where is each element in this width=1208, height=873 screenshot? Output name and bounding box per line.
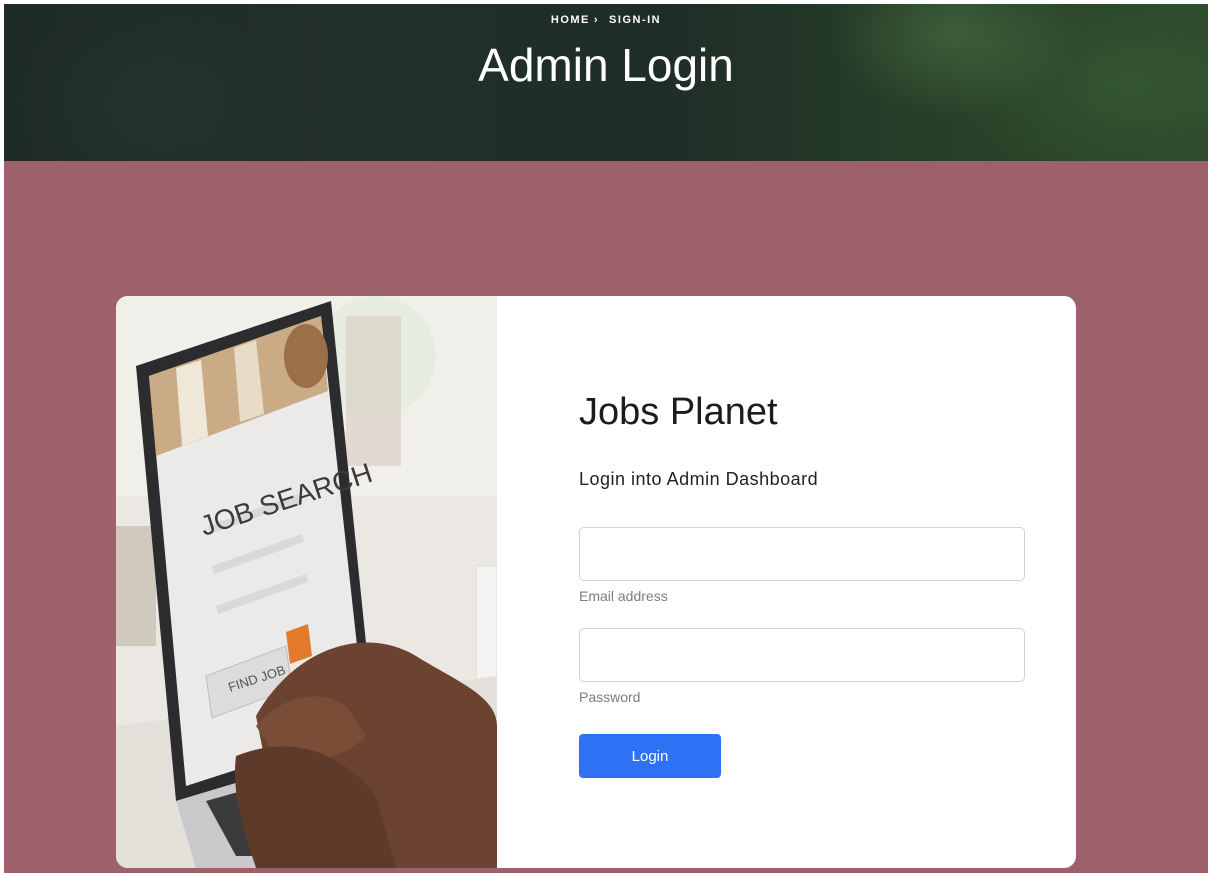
laptop-job-search-image: JOB SEARCH FIND JOB <box>116 296 497 868</box>
brand-name: Jobs Planet <box>579 391 778 433</box>
login-form-panel: Jobs Planet Login into Admin Dashboard E… <box>497 296 1076 868</box>
breadcrumb-home-link[interactable]: HOME <box>551 14 590 26</box>
breadcrumb-sign-in: SIGN-IN <box>609 14 662 26</box>
password-field[interactable] <box>579 628 1025 682</box>
laptop-illustration: JOB SEARCH FIND JOB <box>116 296 497 868</box>
login-subtitle: Login into Admin Dashboard <box>579 469 819 489</box>
breadcrumb-chevron-icon: › <box>593 14 600 26</box>
page-frame: HOME › SIGN-IN Admin Login JOB SEARCH FI… <box>4 4 1208 873</box>
hero-banner: HOME › SIGN-IN Admin Login <box>4 4 1208 161</box>
login-card: JOB SEARCH FIND JOB Jobs Planet Login in… <box>116 296 1076 868</box>
page-title: Admin Login <box>478 39 734 91</box>
breadcrumb: HOME › SIGN-IN <box>4 14 1208 26</box>
password-label: Password <box>579 689 641 705</box>
email-label: Email address <box>579 588 668 604</box>
login-button[interactable]: Login <box>579 734 721 778</box>
email-field[interactable] <box>579 527 1025 581</box>
